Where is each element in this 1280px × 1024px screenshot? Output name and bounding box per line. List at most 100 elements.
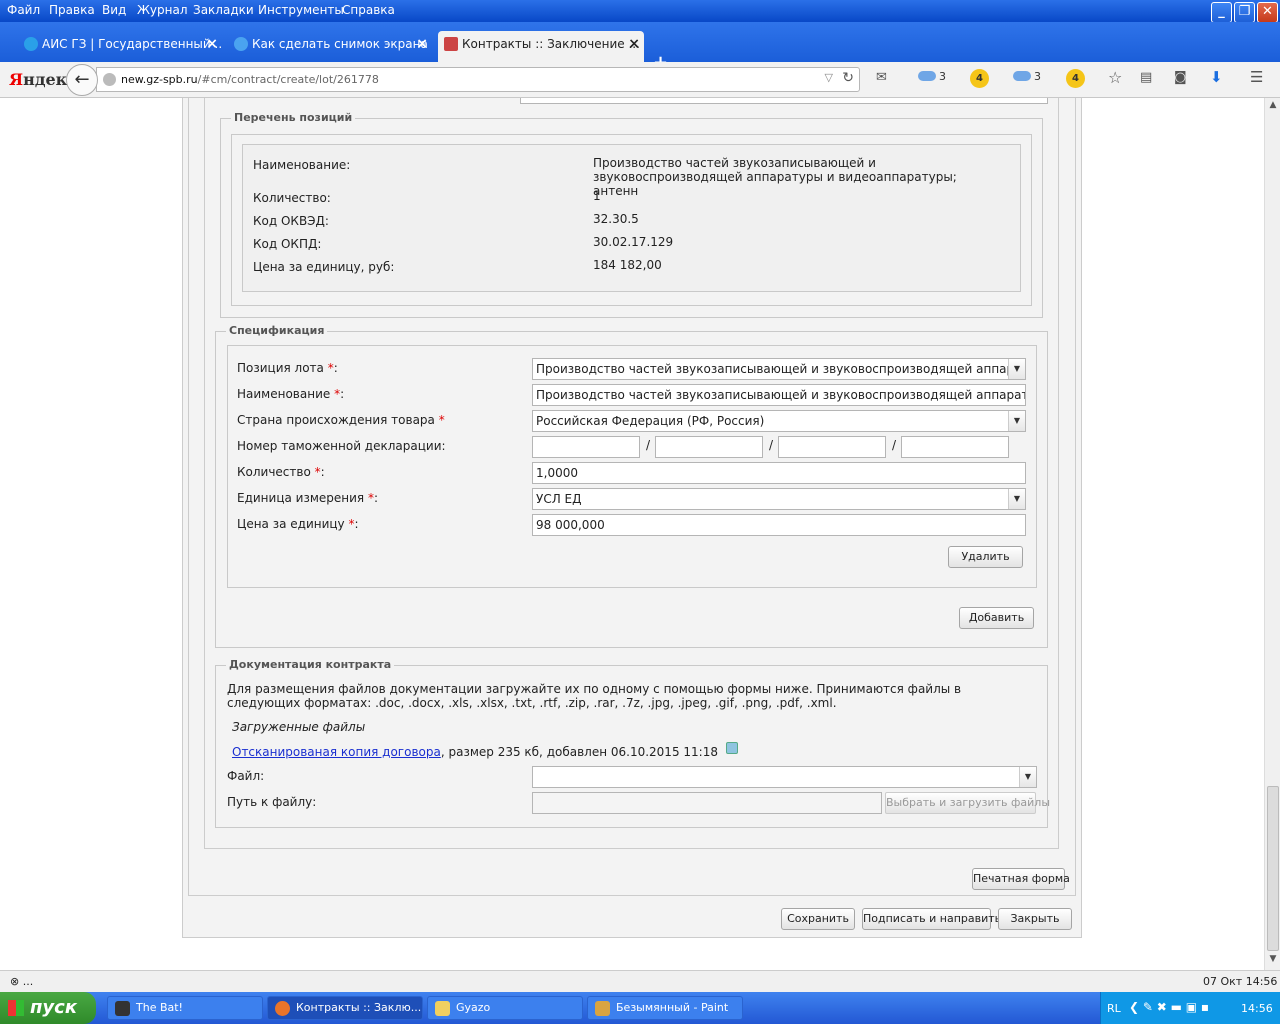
weather-widget-1[interactable]: 3: [918, 70, 946, 83]
menu-view[interactable]: Вид: [102, 3, 126, 17]
url-text: new.gz-spb.ru/#cm/contract/create/lot/26…: [121, 73, 379, 86]
unit-select[interactable]: УСЛ ЕД ▼: [532, 488, 1026, 510]
close-icon[interactable]: ×: [628, 31, 640, 57]
scroll-thumb[interactable]: [1267, 786, 1279, 951]
documentation-legend: Документация контракта: [226, 658, 395, 671]
question-icon: [234, 37, 248, 51]
menu-tools[interactable]: Инструменты: [258, 3, 344, 17]
positions-legend: Перечень позиций: [231, 111, 356, 124]
save-button[interactable]: Сохранить: [781, 908, 855, 930]
task-label: Безымянный - Paint: [616, 1001, 729, 1014]
tab-label: Как сделать снимок экрана ...: [252, 37, 432, 51]
reload-icon[interactable]: ↻: [842, 70, 854, 86]
country-select[interactable]: Российская Федерация (РФ, Россия) ▼: [532, 410, 1026, 432]
file-path-label: Путь к файлу:: [227, 795, 317, 809]
lot-position-select[interactable]: Производство частей звукозаписывающей и …: [532, 358, 1026, 380]
weather-widget-2[interactable]: 3: [1013, 70, 1041, 83]
address-bar[interactable]: new.gz-spb.ru/#cm/contract/create/lot/26…: [96, 67, 860, 92]
okved-value: 32.30.5: [593, 212, 639, 226]
tab-screenshot-help[interactable]: Как сделать снимок экрана ... ×: [228, 31, 432, 62]
restore-button[interactable]: ❐: [1234, 2, 1255, 23]
sign-and-send-button[interactable]: Подписать и направить: [862, 908, 1001, 930]
page-content: Перечень позиций Наименование: Производс…: [0, 98, 1264, 970]
position-name-value: Производство частей звукозаписывающей и …: [593, 156, 957, 198]
unit-price-label: Цена за единицу *:: [237, 517, 359, 531]
clock: 14:56: [1241, 1002, 1273, 1015]
folder-icon: [435, 1001, 450, 1016]
delete-button[interactable]: Удалить: [948, 546, 1023, 568]
position-qty-value: 1: [593, 189, 601, 203]
bat-icon: [115, 1001, 130, 1016]
documentation-info-text: Для размещения файлов документации загру…: [227, 682, 962, 710]
uploaded-files-title: Загруженные файлы: [232, 720, 366, 734]
separator-slash: /: [892, 438, 897, 452]
navigation-bar: Яндекс new.gz-spb.ru/#cm/contract/create…: [0, 62, 1280, 98]
customs-part-1-input[interactable]: [532, 436, 640, 458]
tab-contracts[interactable]: Контракты :: Заключение ... ×: [438, 31, 644, 62]
minimize-button[interactable]: _: [1211, 2, 1232, 23]
uploaded-file-link[interactable]: Отсканированая копия договора: [232, 745, 441, 759]
name-input-value: Производство частей звукозаписывающей и …: [536, 388, 1025, 402]
chevron-down-icon[interactable]: ▼: [1019, 767, 1036, 787]
back-button[interactable]: ←: [66, 64, 98, 96]
menu-bookmarks[interactable]: Закладки: [193, 3, 254, 17]
chevron-down-icon[interactable]: ▼: [1008, 489, 1025, 509]
name-input[interactable]: Производство частей звукозаписывающей и …: [532, 384, 1026, 406]
menu-help[interactable]: Справка: [342, 3, 395, 17]
notification-badge-1[interactable]: 4: [970, 69, 989, 88]
reading-list-icon[interactable]: ▤: [1140, 70, 1152, 85]
add-button[interactable]: Добавить: [959, 607, 1034, 629]
close-window-button[interactable]: ✕: [1257, 2, 1278, 23]
scroll-down-icon[interactable]: ▼: [1267, 954, 1279, 968]
pocket-icon[interactable]: ◙: [1174, 70, 1187, 85]
star-icon[interactable]: ☆: [1108, 68, 1122, 87]
previous-field-input[interactable]: [520, 98, 1048, 104]
chevron-down-icon[interactable]: ▽: [825, 71, 833, 84]
uploaded-file-meta: , размер 235 кб, добавлен 06.10.2015 11:…: [440, 745, 718, 759]
start-button[interactable]: пуск: [0, 992, 96, 1024]
task-label: Контракты :: Заклю...: [296, 1001, 422, 1014]
specification-legend: Спецификация: [226, 324, 328, 337]
download-icon[interactable]: ⬇: [1210, 68, 1223, 86]
task-paint[interactable]: Безымянный - Paint: [587, 996, 743, 1020]
menu-history[interactable]: Журнал: [137, 3, 188, 17]
tray-icons[interactable]: ❮ ✎ ✖ ▬ ▣ ▪: [1129, 1000, 1209, 1014]
position-price-value: 184 182,00: [593, 258, 662, 272]
task-firefox-contracts[interactable]: Контракты :: Заклю...: [267, 996, 423, 1020]
position-qty-label: Количество:: [253, 191, 331, 205]
chevron-down-icon[interactable]: ▼: [1008, 359, 1025, 379]
close-button[interactable]: Закрыть: [998, 908, 1072, 930]
separator-slash: /: [769, 438, 774, 452]
delete-file-icon[interactable]: [725, 742, 738, 754]
tools-icon: [444, 37, 458, 51]
print-form-button[interactable]: Печатная форма: [972, 868, 1070, 890]
mail-icon[interactable]: ✉: [876, 70, 887, 85]
quantity-label: Количество *:: [237, 465, 325, 479]
tab-ais-gz[interactable]: АИС ГЗ | Государственный ... ×: [18, 31, 222, 62]
unit-price-input[interactable]: 98 000,000: [532, 514, 1026, 536]
globe-icon: [24, 37, 38, 51]
close-icon[interactable]: ×: [206, 31, 218, 57]
close-icon[interactable]: ×: [416, 31, 428, 57]
choose-upload-button[interactable]: Выбрать и загрузить файлы: [885, 792, 1050, 814]
customs-part-4-input[interactable]: [901, 436, 1009, 458]
position-price-label: Цена за единицу, руб:: [253, 260, 395, 274]
file-path-input[interactable]: [532, 792, 882, 814]
menu-file[interactable]: Файл: [7, 3, 40, 17]
customs-part-3-input[interactable]: [778, 436, 886, 458]
hamburger-menu-icon[interactable]: ☰: [1250, 68, 1263, 86]
specification-item-box: Позиция лота *: Наименование *: Страна п…: [227, 345, 1037, 588]
scroll-up-icon[interactable]: ▲: [1267, 100, 1279, 114]
chevron-down-icon[interactable]: ▼: [1008, 411, 1025, 431]
customs-part-2-input[interactable]: [655, 436, 763, 458]
file-select[interactable]: ▼: [532, 766, 1037, 788]
menu-bar: Файл Правка Вид Журнал Закладки Инструме…: [0, 0, 1280, 23]
vertical-scrollbar[interactable]: ▲ ▼: [1264, 98, 1280, 970]
task-the-bat[interactable]: The Bat!: [107, 996, 263, 1020]
windows-flag-icon: [8, 1000, 24, 1016]
notification-badge-2[interactable]: 4: [1066, 69, 1085, 88]
task-gyazo[interactable]: Gyazo: [427, 996, 583, 1020]
quantity-input[interactable]: 1,0000: [532, 462, 1026, 484]
menu-edit[interactable]: Правка: [49, 3, 95, 17]
language-indicator[interactable]: RL: [1107, 1002, 1121, 1015]
